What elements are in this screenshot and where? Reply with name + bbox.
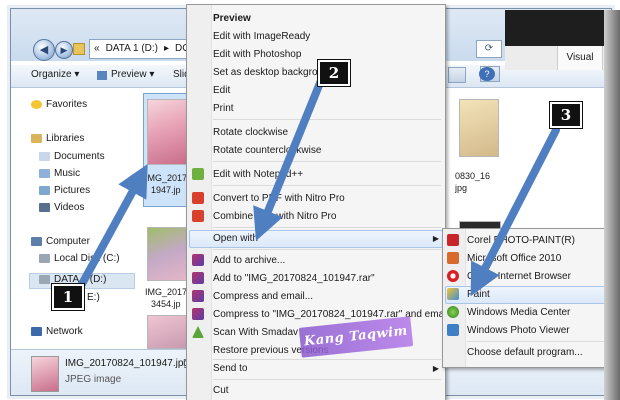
arrow-2 [253,74,326,241]
step-badge-2: 2 [317,59,351,87]
step-badge-1: 1 [51,283,85,311]
step-badge-3: 3 [549,101,583,129]
arrow-3 [470,126,560,297]
screenshot-frame: ◀ ▶ «DATA 1 (D:)▸DCIM Organize ▾ Preview… [0,0,620,400]
arrow-1 [78,163,148,288]
frame-shadow [604,10,620,400]
